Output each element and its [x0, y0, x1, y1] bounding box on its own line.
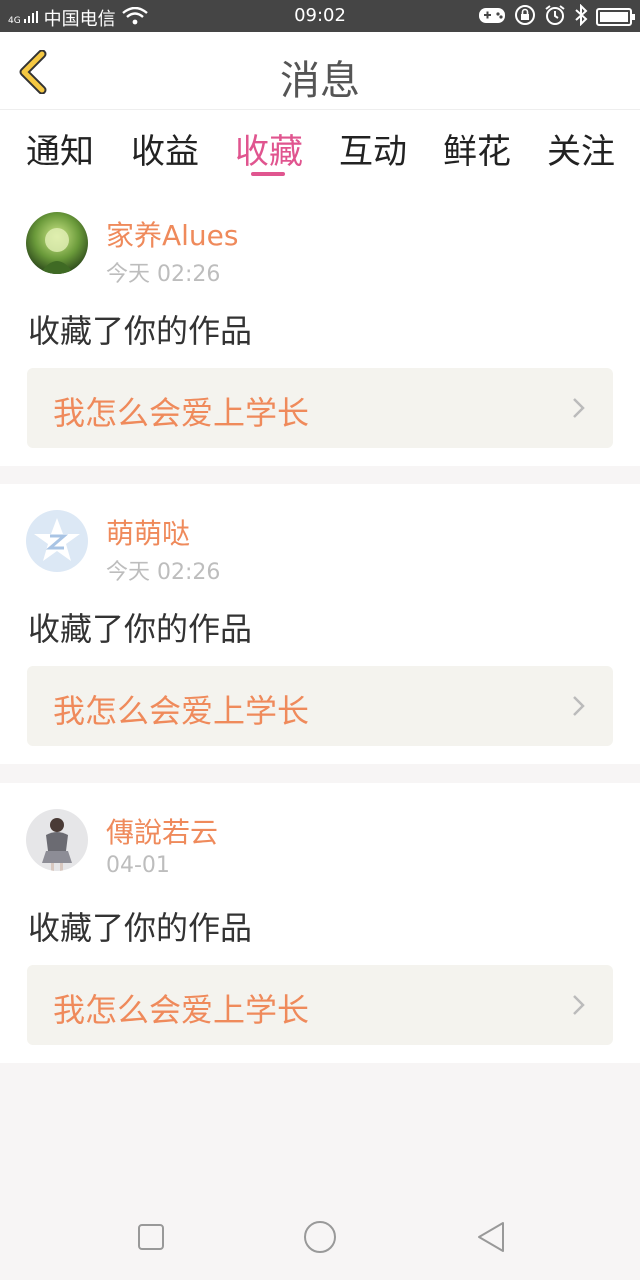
chevron-right-icon [573, 398, 585, 418]
tab-follow[interactable]: 关注 [547, 124, 615, 173]
username[interactable]: 傳說若云 [106, 811, 218, 851]
status-bar: 4G 中国电信 09:02 [0, 0, 640, 32]
action-text: 收藏了你的作品 [28, 909, 253, 947]
work-title: 我怎么会爱上学长 [53, 394, 310, 432]
active-tab-indicator [251, 172, 285, 176]
tab-interaction[interactable]: 互动 [339, 124, 407, 173]
tab-earnings[interactable]: 收益 [131, 124, 199, 173]
message-time: 今天 02:26 [106, 262, 221, 287]
system-nav-bar [0, 1190, 640, 1280]
battery-icon [596, 8, 635, 26]
tab-notice[interactable]: 通知 [26, 124, 94, 173]
status-right [478, 3, 635, 30]
work-title: 我怎么会爱上学长 [53, 991, 310, 1029]
avatar[interactable] [26, 510, 88, 572]
message-card: 家养Alues 今天 02:26 收藏了你的作品 我怎么会爱上学长 [0, 186, 640, 466]
work-link[interactable]: 我怎么会爱上学长 [27, 965, 613, 1045]
message-time: 今天 02:26 [106, 560, 221, 585]
avatar[interactable] [26, 212, 88, 274]
tab-bar: 通知 收益 收藏 互动 鲜花 关注 [0, 110, 640, 186]
action-text: 收藏了你的作品 [28, 610, 253, 648]
header-bar: 消息 [0, 32, 640, 110]
recent-apps-icon[interactable] [134, 1220, 168, 1254]
alarm-icon [544, 4, 566, 30]
message-time: 04-01 [106, 853, 170, 878]
work-link[interactable]: 我怎么会爱上学长 [27, 666, 613, 746]
avatar[interactable] [26, 809, 88, 871]
username[interactable]: 家养Alues [106, 214, 239, 254]
work-title: 我怎么会爱上学长 [53, 692, 310, 730]
message-card: 傳說若云 04-01 收藏了你的作品 我怎么会爱上学长 [0, 783, 640, 1063]
work-link[interactable]: 我怎么会爱上学长 [27, 368, 613, 448]
gamepad-icon [478, 5, 506, 29]
home-icon[interactable] [301, 1218, 339, 1256]
username[interactable]: 萌萌哒 [106, 512, 190, 552]
chevron-right-icon [573, 995, 585, 1015]
page-title: 消息 [280, 58, 360, 104]
message-card: 萌萌哒 今天 02:26 收藏了你的作品 我怎么会爱上学长 [0, 484, 640, 764]
lock-rotation-icon [514, 4, 536, 30]
tab-favorites[interactable]: 收藏 [235, 124, 303, 173]
chevron-right-icon [573, 696, 585, 716]
action-text: 收藏了你的作品 [28, 312, 253, 350]
tab-flowers[interactable]: 鲜花 [443, 124, 511, 173]
bluetooth-icon [574, 3, 588, 30]
back-icon[interactable] [474, 1220, 508, 1254]
